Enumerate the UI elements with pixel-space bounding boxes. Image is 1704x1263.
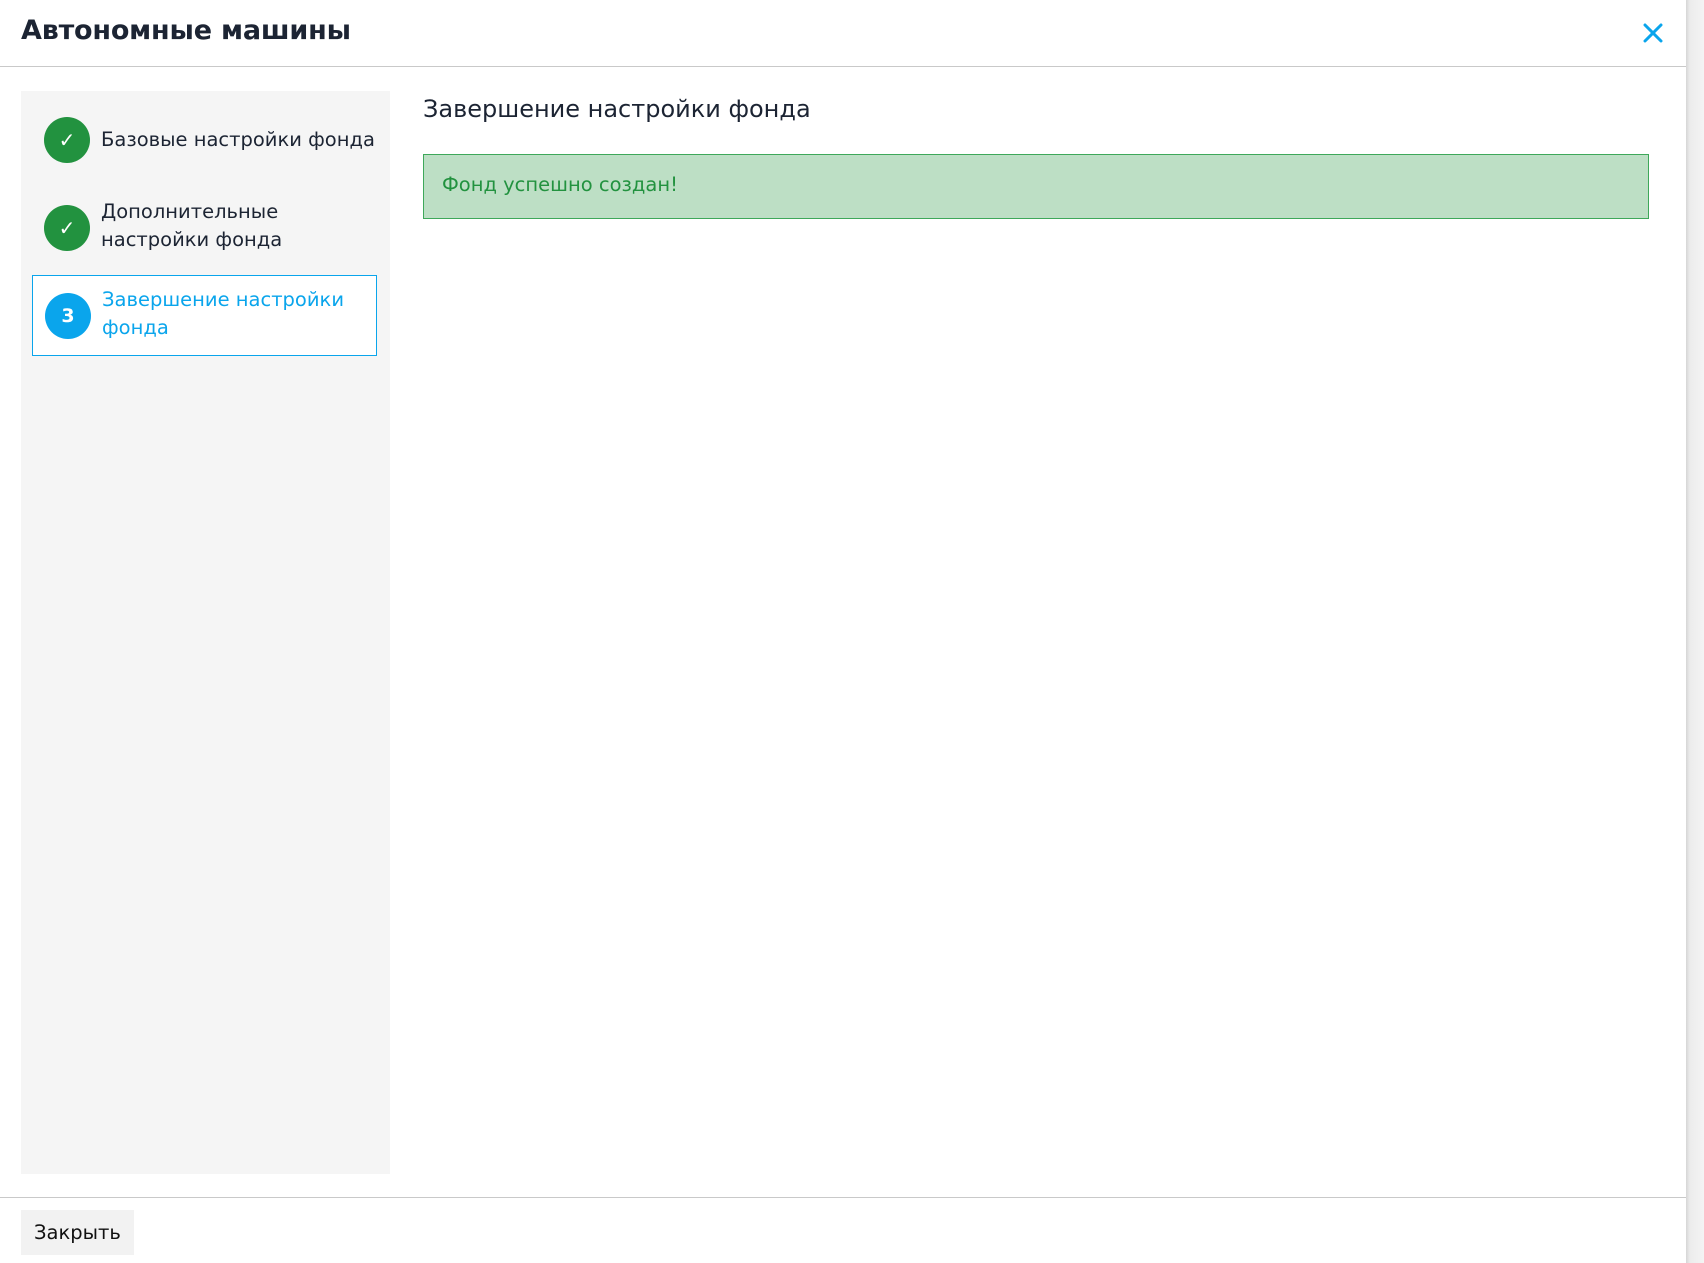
step-check-icon: ✓ xyxy=(44,117,90,163)
dialog-header: Автономные машины xyxy=(0,0,1686,67)
step-check-icon: ✓ xyxy=(44,205,90,251)
wizard-step-basic-settings[interactable]: ✓ Базовые настройки фонда xyxy=(32,113,377,167)
dialog-edge-shadow xyxy=(1686,0,1704,1263)
step-number-badge: 3 xyxy=(45,293,91,339)
dialog-footer: Закрыть xyxy=(0,1197,1686,1263)
wizard-dialog: Автономные машины ✓ Базовые настройки фо… xyxy=(0,0,1686,1263)
close-button[interactable]: Закрыть xyxy=(21,1210,134,1255)
page: Автономные машины ✓ Базовые настройки фо… xyxy=(0,0,1704,1263)
wizard-step-finish-setup[interactable]: 3 Завершение настройки фонда xyxy=(32,275,377,356)
wizard-steps-sidebar: ✓ Базовые настройки фонда ✓ Дополнительн… xyxy=(21,91,390,1174)
success-alert-text: Фонд успешно создан! xyxy=(442,173,678,196)
close-icon[interactable] xyxy=(1636,16,1670,50)
wizard-step-additional-settings[interactable]: ✓ Дополнительные настройки фонда xyxy=(32,193,377,261)
step-label: Дополнительные настройки фонда xyxy=(101,200,283,251)
step-label: Базовые настройки фонда xyxy=(101,128,375,151)
dialog-title: Автономные машины xyxy=(21,15,351,46)
step-label: Завершение настройки фонда xyxy=(102,288,344,339)
step-title: Завершение настройки фонда xyxy=(423,95,811,123)
close-icon-svg xyxy=(1643,23,1663,43)
success-alert: Фонд успешно создан! xyxy=(423,154,1649,219)
